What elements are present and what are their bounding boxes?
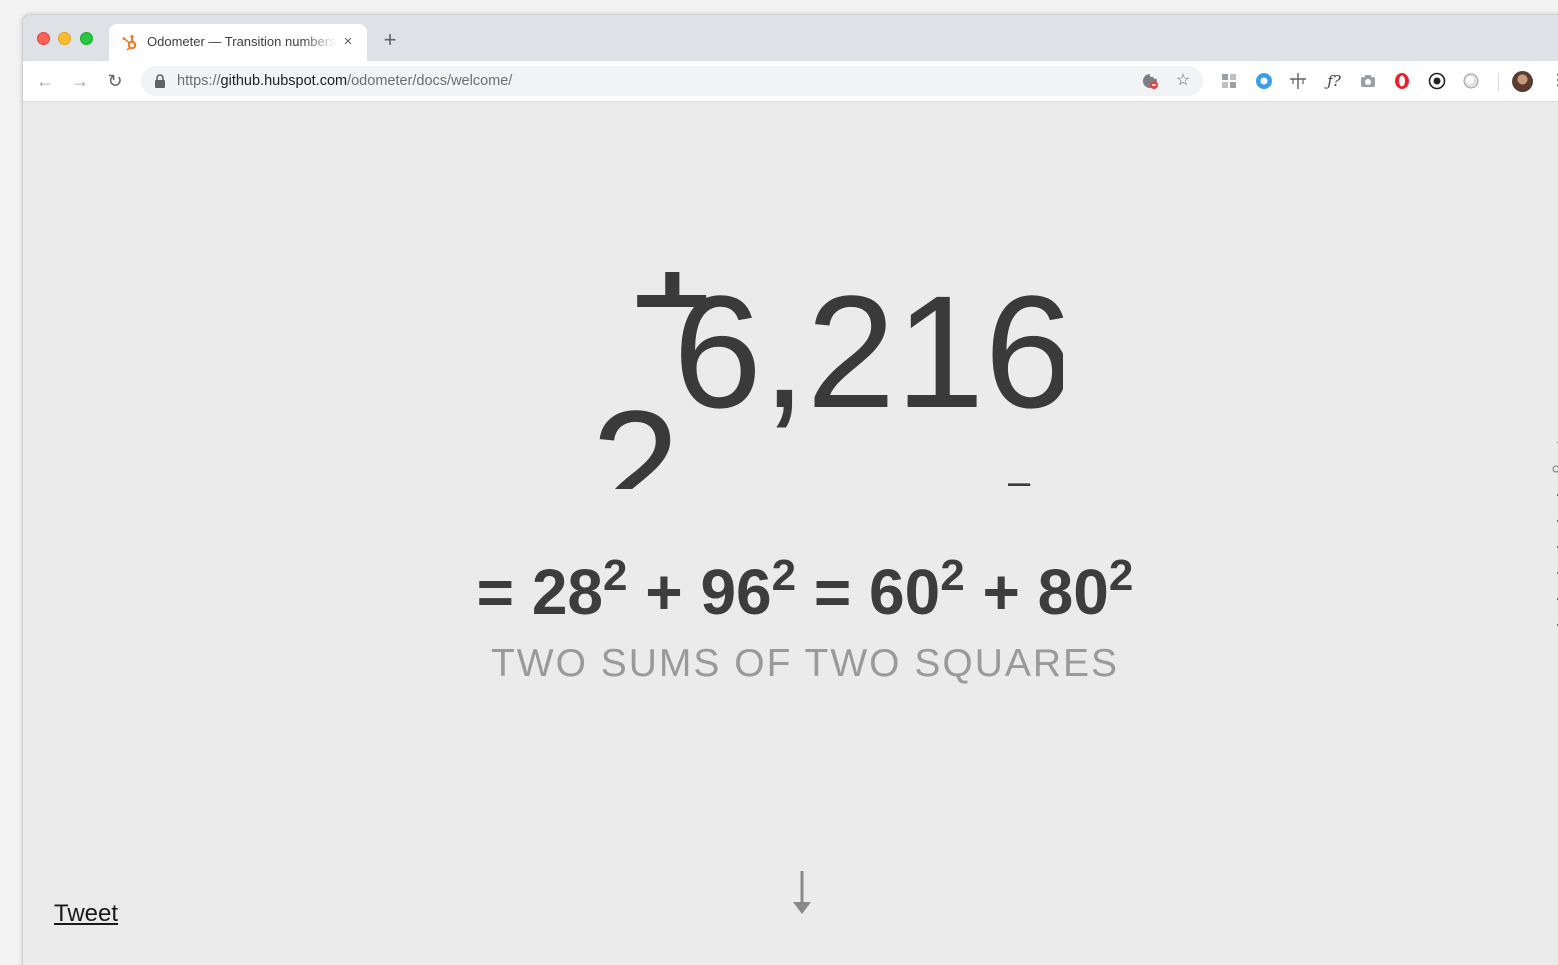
address-bar[interactable]: https://github.hubspot.com/odometer/docs… bbox=[141, 66, 1203, 96]
maximize-window-button[interactable] bbox=[80, 32, 93, 45]
close-window-button[interactable] bbox=[37, 32, 50, 45]
tweet-link[interactable]: Tweet bbox=[54, 900, 118, 928]
term-exponent: 2 bbox=[603, 551, 628, 600]
opera-icon[interactable] bbox=[1393, 72, 1411, 90]
plus-sign: + bbox=[645, 556, 683, 628]
tab-title: Odometer — Transition numbers with ease bbox=[147, 34, 337, 49]
term-exponent: 2 bbox=[940, 551, 965, 600]
browser-window: Odometer — Transition numbers with ease … bbox=[22, 14, 1558, 965]
plus-sign: + bbox=[982, 556, 1020, 628]
term-exponent: 2 bbox=[1108, 551, 1134, 600]
font-identifier-icon[interactable]: ƒ? bbox=[1323, 72, 1345, 90]
term-base: 28 bbox=[531, 556, 604, 628]
browser-toolbar: ← → ↻ https://github.hubspot.com/odomete… bbox=[23, 61, 1558, 102]
minimize-window-button[interactable] bbox=[58, 32, 71, 45]
page-content: 2 1 6,216 ‒ = 282 + 962 = 602 + 802 TWO … bbox=[23, 102, 1558, 965]
grid-extension-icon[interactable] bbox=[1220, 72, 1238, 90]
url-host: github.hubspot.com bbox=[220, 73, 348, 89]
term-base: 60 bbox=[869, 556, 941, 628]
tab-strip: Odometer — Transition numbers with ease … bbox=[23, 15, 1558, 61]
camera-icon[interactable] bbox=[1359, 72, 1377, 90]
reload-button[interactable]: ↻ bbox=[103, 69, 127, 93]
term-exponent: 2 bbox=[771, 551, 797, 600]
avatar[interactable] bbox=[1512, 71, 1533, 92]
browser-menu-icon[interactable]: ⋮ bbox=[1550, 71, 1558, 91]
fact-subtitle: TWO SUMS OF TWO SQUARES bbox=[490, 642, 1120, 685]
tab-close-icon[interactable]: × bbox=[339, 33, 357, 51]
bookmark-star-icon[interactable]: ☆ bbox=[1174, 72, 1192, 90]
tab-odometer[interactable]: Odometer — Transition numbers with ease … bbox=[109, 24, 367, 61]
crosshair-icon[interactable] bbox=[1289, 72, 1307, 90]
odometer: 2 1 6,216 ‒ bbox=[563, 272, 1063, 489]
equals-sign: = bbox=[476, 556, 515, 628]
toolbar-divider bbox=[1498, 73, 1499, 91]
down-arrow-icon[interactable] bbox=[790, 869, 814, 917]
new-tab-button[interactable]: + bbox=[378, 28, 402, 52]
back-button[interactable]: ← bbox=[33, 69, 57, 93]
equation: = 282 + 962 = 602 + 802 bbox=[395, 551, 1215, 640]
record-icon[interactable] bbox=[1428, 72, 1446, 90]
term-base: 80 bbox=[1037, 556, 1109, 628]
url-text: https://github.hubspot.com/odometer/docs… bbox=[177, 72, 512, 90]
forward-button[interactable]: → bbox=[68, 69, 92, 93]
side-dots-decoration bbox=[1552, 442, 1558, 627]
odometer-rolling-digit-old: 2 bbox=[591, 377, 680, 490]
odometer-partial-digit: ‒ bbox=[1008, 460, 1031, 489]
cookie-blocker-icon[interactable] bbox=[1141, 72, 1159, 90]
url-path: /odometer/docs/welcome/ bbox=[347, 73, 513, 89]
hubspot-sprocket-icon bbox=[122, 35, 137, 51]
toggle-icon[interactable] bbox=[1462, 72, 1480, 90]
blue-circle-extension-icon[interactable] bbox=[1255, 72, 1273, 90]
odometer-digits: 6,216 bbox=[673, 272, 1063, 441]
equals-sign: = bbox=[813, 556, 852, 628]
lock-icon bbox=[155, 74, 165, 88]
term-base: 96 bbox=[700, 556, 772, 628]
url-scheme: https:// bbox=[177, 73, 221, 89]
